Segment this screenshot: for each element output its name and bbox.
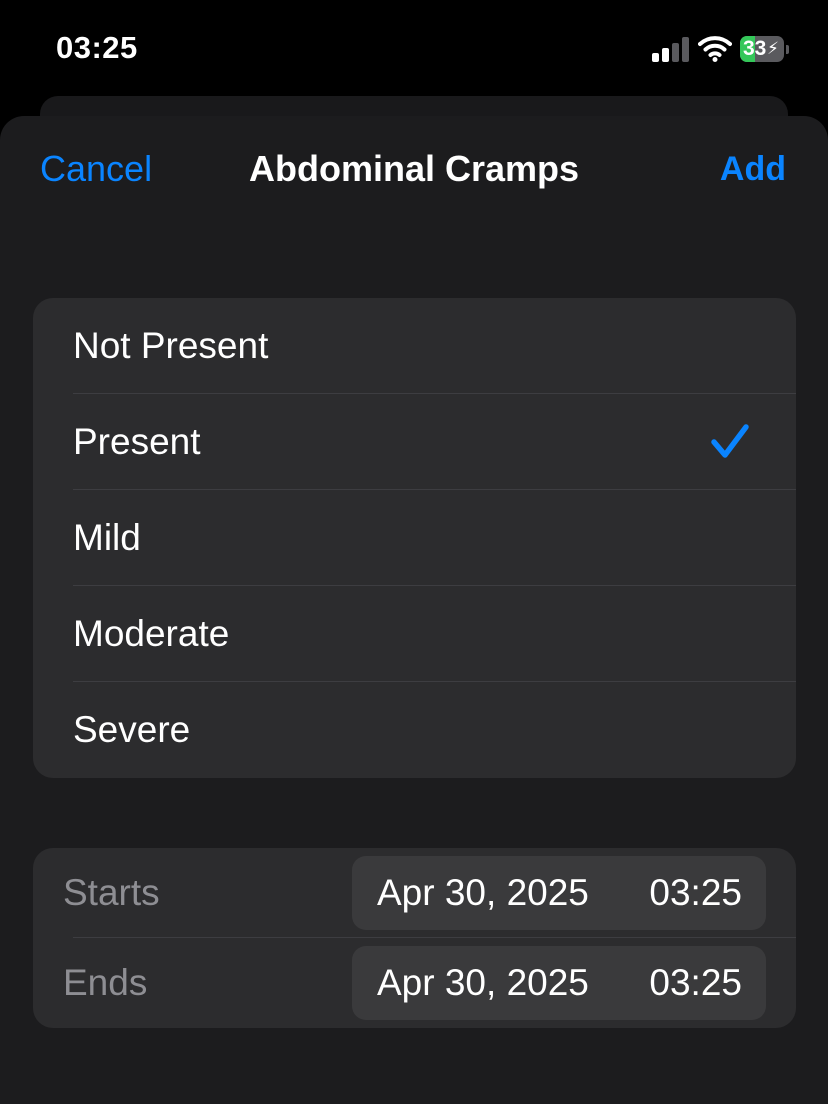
ends-date[interactable]: Apr 30, 2025 xyxy=(377,946,589,1020)
ends-datetime-picker[interactable]: Apr 30, 2025 03:25 xyxy=(352,946,766,1020)
option-label: Present xyxy=(73,421,201,462)
status-bar: 03:25 33 ⚡ xyxy=(0,0,828,96)
option-not-present[interactable]: Not Present xyxy=(33,298,796,394)
starts-date[interactable]: Apr 30, 2025 xyxy=(377,856,589,930)
ends-time[interactable]: 03:25 xyxy=(649,946,742,1020)
option-severe[interactable]: Severe xyxy=(33,682,796,778)
ends-label: Ends xyxy=(63,962,148,1003)
date-range-group: Starts Apr 30, 2025 03:25 Ends Apr 30, 2… xyxy=(33,848,796,1028)
option-moderate[interactable]: Moderate xyxy=(33,586,796,682)
option-present[interactable]: Present xyxy=(33,394,796,490)
severity-options-list: Not Present Present Mild Moderate Severe xyxy=(33,298,796,778)
ends-row: Ends Apr 30, 2025 03:25 xyxy=(33,938,796,1028)
starts-row: Starts Apr 30, 2025 03:25 xyxy=(33,848,796,938)
cellular-signal-icon xyxy=(652,36,692,62)
status-time: 03:25 xyxy=(56,30,138,65)
add-button[interactable]: Add xyxy=(720,150,786,189)
option-label: Severe xyxy=(73,709,191,750)
option-label: Not Present xyxy=(73,325,269,366)
starts-label: Starts xyxy=(63,872,160,913)
battery-icon: 33 ⚡ xyxy=(740,36,789,62)
option-mild[interactable]: Mild xyxy=(33,490,796,586)
wifi-icon xyxy=(698,36,732,62)
cancel-button[interactable]: Cancel xyxy=(40,148,152,190)
starts-time[interactable]: 03:25 xyxy=(649,856,742,930)
option-label: Mild xyxy=(73,517,141,558)
option-label: Moderate xyxy=(73,613,230,654)
starts-datetime-picker[interactable]: Apr 30, 2025 03:25 xyxy=(352,856,766,930)
charging-bolt-icon: ⚡ xyxy=(767,39,779,58)
checkmark-icon xyxy=(711,424,749,458)
